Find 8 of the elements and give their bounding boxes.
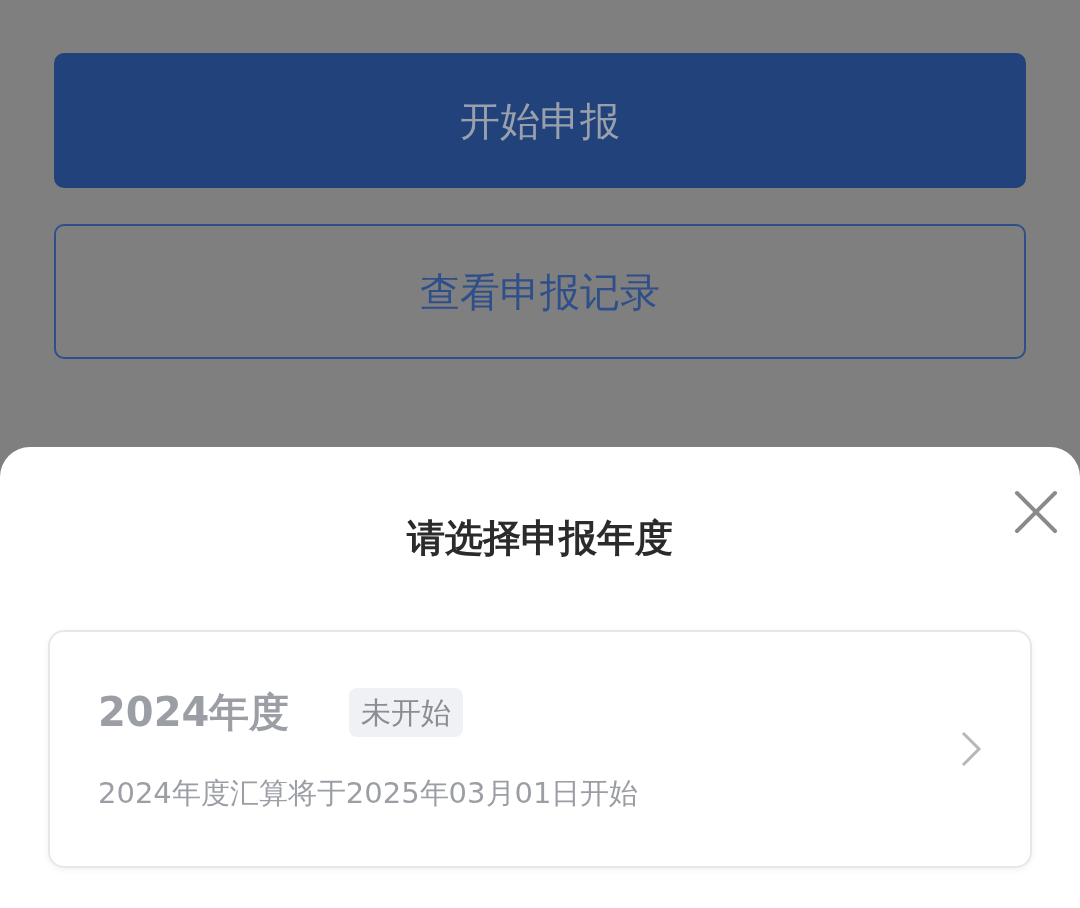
close-icon[interactable]: [1014, 490, 1058, 534]
sheet-title: 请选择申报年度: [407, 515, 673, 562]
year-label: 2024年度: [98, 688, 290, 738]
status-tag: 未开始: [349, 687, 464, 737]
records-button[interactable]: 查看申报记录: [54, 224, 1026, 359]
chevron-icon: [960, 730, 982, 768]
year-note: 2024年度汇算将于2025年03月01日开始: [98, 775, 640, 813]
start-button[interactable]: 开始申报: [54, 53, 1026, 188]
